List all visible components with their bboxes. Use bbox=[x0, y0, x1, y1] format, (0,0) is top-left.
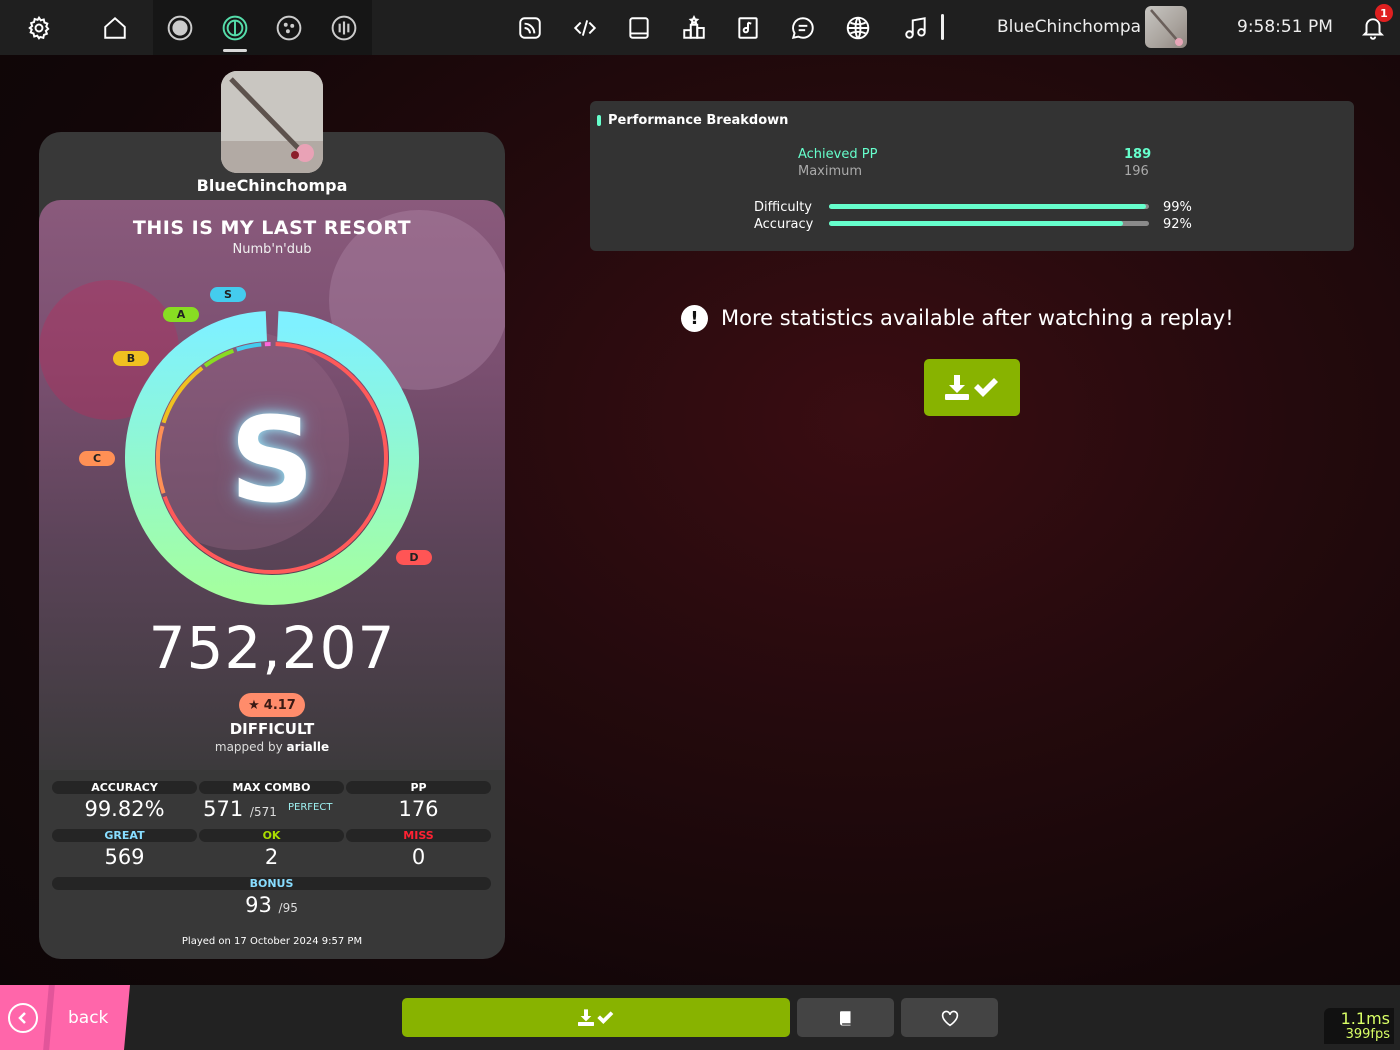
accuracy-bar bbox=[829, 221, 1149, 226]
bonus-header: BONUS bbox=[52, 877, 491, 890]
mapper-line: mapped by arialle bbox=[39, 740, 505, 754]
accuracy-ring bbox=[125, 311, 419, 605]
accuracy-header: ACCURACY bbox=[52, 781, 197, 794]
grade-marker-a: A bbox=[163, 307, 199, 322]
download-check-icon bbox=[578, 1008, 614, 1026]
grade-marker-b: B bbox=[113, 351, 149, 366]
book-icon bbox=[839, 1010, 850, 1025]
difficulty-bar-fill bbox=[829, 204, 1146, 209]
chat-button[interactable] bbox=[776, 0, 830, 55]
difficulty-percent: 99% bbox=[1163, 200, 1192, 215]
download-replay-button[interactable] bbox=[924, 359, 1020, 416]
mapper-name[interactable]: arialle bbox=[287, 740, 330, 754]
maximum-pp-label: Maximum bbox=[798, 164, 863, 179]
difficulty-name: DIFFICULT bbox=[229, 720, 315, 738]
max-combo-number: 571 bbox=[203, 797, 244, 821]
back-arrow-icon[interactable] bbox=[8, 1003, 38, 1033]
toolbar-username[interactable]: BlueChinchompa bbox=[997, 17, 1141, 37]
grade-marker-c: C bbox=[79, 451, 115, 466]
rankings-button[interactable] bbox=[667, 0, 721, 55]
wiki-button[interactable] bbox=[612, 0, 666, 55]
ok-header: OK bbox=[199, 829, 344, 842]
dashboard-icon bbox=[846, 16, 870, 39]
section-accent bbox=[597, 115, 601, 126]
bonus-max: /95 bbox=[278, 901, 298, 915]
heart-icon bbox=[941, 1010, 958, 1026]
max-combo-max: /571 bbox=[249, 805, 277, 819]
max-combo-header: MAX COMBO bbox=[199, 781, 344, 794]
star-rating-badge: ★ 4.17 bbox=[239, 693, 305, 717]
toolbar-clock[interactable]: 9:58:51 PM bbox=[1237, 17, 1333, 37]
now-playing-icon bbox=[905, 16, 926, 39]
miss-value: 0 bbox=[411, 845, 426, 869]
grade-marker-s: S bbox=[210, 287, 246, 302]
achieved-pp-label: Achieved PP bbox=[798, 147, 878, 162]
pp-value: 176 bbox=[398, 797, 439, 821]
download-check-icon bbox=[945, 374, 998, 400]
changelog-icon bbox=[738, 16, 758, 39]
pp-header: PP bbox=[346, 781, 491, 794]
toolbar-avatar[interactable] bbox=[1145, 6, 1187, 48]
fps-counter: 1.1ms 399fps bbox=[1324, 1008, 1394, 1044]
fps-value: 399fps bbox=[1345, 1027, 1390, 1042]
great-value: 569 bbox=[104, 845, 145, 869]
maximum-pp-value: 196 bbox=[1124, 164, 1149, 179]
star-rating-value: 4.17 bbox=[263, 697, 296, 713]
chat-icon bbox=[791, 16, 814, 39]
dashboard-button[interactable] bbox=[831, 0, 885, 55]
changelog-button[interactable] bbox=[721, 0, 775, 55]
miss-header: MISS bbox=[346, 829, 491, 842]
accuracy-bar-fill bbox=[829, 221, 1124, 226]
accuracy-label: Accuracy bbox=[754, 217, 814, 232]
difficulty-bar bbox=[829, 204, 1149, 209]
grade-marker-d: D bbox=[396, 550, 432, 565]
back-button-label[interactable]: back bbox=[68, 1008, 108, 1028]
mapped-by-label: mapped by bbox=[214, 740, 283, 754]
accuracy-value: 99.82% bbox=[84, 797, 165, 821]
great-header: GREAT bbox=[52, 829, 197, 842]
replay-notice: More statistics available after watching… bbox=[721, 306, 1234, 330]
bonus-value: 93 /95 bbox=[52, 893, 491, 917]
played-on-date: Played on 17 October 2024 9:57 PM bbox=[181, 936, 363, 947]
total-score: 752,207 bbox=[148, 614, 396, 682]
wiki-icon bbox=[629, 16, 649, 39]
favourite-button[interactable] bbox=[901, 998, 998, 1037]
bonus-number: 93 bbox=[245, 893, 272, 917]
save-replay-button[interactable] bbox=[402, 998, 790, 1037]
difficulty-label: Difficulty bbox=[754, 200, 812, 215]
max-combo-value: 571 /571 bbox=[200, 797, 280, 821]
rank-letter: S bbox=[229, 391, 315, 529]
performance-breakdown-title: Performance Breakdown bbox=[608, 113, 789, 128]
now-playing-button[interactable] bbox=[889, 0, 943, 55]
ok-value: 2 bbox=[264, 845, 279, 869]
achieved-pp-value: 189 bbox=[1124, 147, 1152, 162]
grade-band-c bbox=[156, 425, 166, 494]
accuracy-percent: 92% bbox=[1163, 217, 1192, 232]
star-icon: ★ bbox=[248, 697, 260, 713]
info-icon: ! bbox=[681, 305, 708, 332]
beatmap-details-button[interactable] bbox=[797, 998, 894, 1037]
perfect-combo-tag: PERFECT bbox=[288, 802, 333, 813]
rankings-icon bbox=[683, 14, 705, 39]
now-playing-progress bbox=[941, 14, 944, 40]
notification-count-badge: 1 bbox=[1375, 4, 1393, 22]
frame-time: 1.1ms bbox=[1340, 1009, 1390, 1028]
